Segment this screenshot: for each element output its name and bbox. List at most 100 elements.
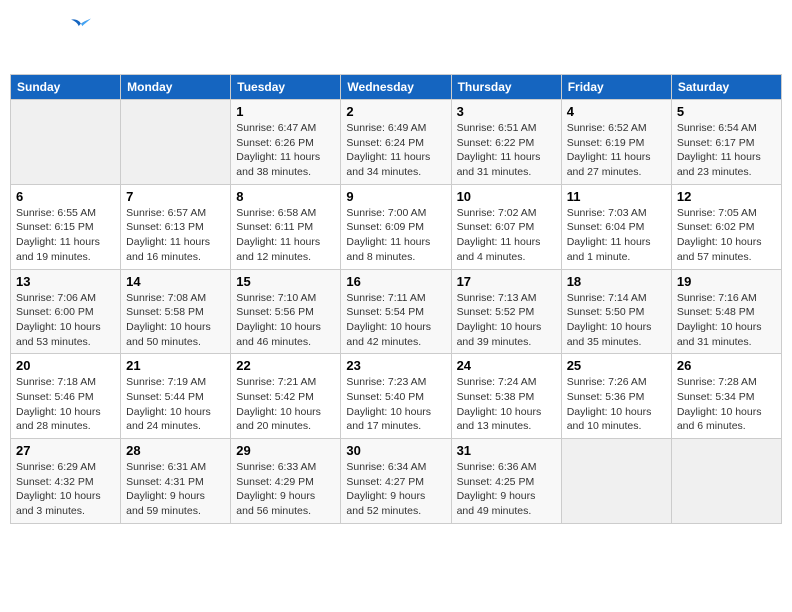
day-number: 6 bbox=[16, 189, 115, 204]
day-info: Sunrise: 6:31 AM Sunset: 4:31 PM Dayligh… bbox=[126, 460, 225, 519]
day-info: Sunrise: 7:18 AM Sunset: 5:46 PM Dayligh… bbox=[16, 375, 115, 434]
weekday-header-saturday: Saturday bbox=[671, 75, 781, 100]
calendar-cell: 11 Sunrise: 7:03 AM Sunset: 6:04 PM Dayli… bbox=[561, 184, 671, 269]
day-number: 25 bbox=[567, 358, 666, 373]
day-number: 15 bbox=[236, 274, 335, 289]
calendar-week-row: 13 Sunrise: 7:06 AM Sunset: 6:00 PM Dayli… bbox=[11, 269, 782, 354]
day-number: 1 bbox=[236, 104, 335, 119]
day-info: Sunrise: 6:29 AM Sunset: 4:32 PM Dayligh… bbox=[16, 460, 115, 519]
calendar-cell: 9Sunrise: 7:00 AM Sunset: 6:09 PM Daylig… bbox=[341, 184, 451, 269]
calendar-cell: 17 Sunrise: 7:13 AM Sunset: 5:52 PM Dayli… bbox=[451, 269, 561, 354]
calendar-cell: 27 Sunrise: 6:29 AM Sunset: 4:32 PM Dayli… bbox=[11, 439, 121, 524]
calendar-cell: 24Sunrise: 7:24 AM Sunset: 5:38 PM Dayli… bbox=[451, 354, 561, 439]
calendar-cell: 28Sunrise: 6:31 AM Sunset: 4:31 PM Dayli… bbox=[121, 439, 231, 524]
calendar-header-row: SundayMondayTuesdayWednesdayThursdayFrid… bbox=[11, 75, 782, 100]
day-info: Sunrise: 6:36 AM Sunset: 4:25 PM Dayligh… bbox=[457, 460, 556, 519]
day-number: 10 bbox=[457, 189, 556, 204]
day-number: 22 bbox=[236, 358, 335, 373]
day-number: 29 bbox=[236, 443, 335, 458]
calendar-cell: 26 Sunrise: 7:28 AM Sunset: 5:34 PM Dayli… bbox=[671, 354, 781, 439]
calendar-cell: 7 Sunrise: 6:57 AM Sunset: 6:13 PM Daylig… bbox=[121, 184, 231, 269]
day-info: Sunrise: 7:19 AM Sunset: 5:44 PM Dayligh… bbox=[126, 375, 225, 434]
day-info: Sunrise: 7:05 AM Sunset: 6:02 PM Dayligh… bbox=[677, 206, 776, 265]
day-info: Sunrise: 7:21 AM Sunset: 5:42 PM Dayligh… bbox=[236, 375, 335, 434]
day-info: Sunrise: 7:26 AM Sunset: 5:36 PM Dayligh… bbox=[567, 375, 666, 434]
day-info: Sunrise: 7:06 AM Sunset: 6:00 PM Dayligh… bbox=[16, 291, 115, 350]
weekday-header-tuesday: Tuesday bbox=[231, 75, 341, 100]
calendar-cell: 21 Sunrise: 7:19 AM Sunset: 5:44 PM Dayli… bbox=[121, 354, 231, 439]
calendar-cell: 13 Sunrise: 7:06 AM Sunset: 6:00 PM Dayli… bbox=[11, 269, 121, 354]
day-number: 27 bbox=[16, 443, 115, 458]
calendar-cell: 6Sunrise: 6:55 AM Sunset: 6:15 PM Daylig… bbox=[11, 184, 121, 269]
day-info: Sunrise: 6:33 AM Sunset: 4:29 PM Dayligh… bbox=[236, 460, 335, 519]
day-number: 19 bbox=[677, 274, 776, 289]
calendar-cell bbox=[671, 439, 781, 524]
calendar-cell: 25 Sunrise: 7:26 AM Sunset: 5:36 PM Dayli… bbox=[561, 354, 671, 439]
day-info: Sunrise: 7:10 AM Sunset: 5:56 PM Dayligh… bbox=[236, 291, 335, 350]
day-info: Sunrise: 7:03 AM Sunset: 6:04 PM Dayligh… bbox=[567, 206, 666, 265]
logo-bird-icon bbox=[70, 16, 92, 32]
calendar-cell: 15 Sunrise: 7:10 AM Sunset: 5:56 PM Dayli… bbox=[231, 269, 341, 354]
day-info: Sunrise: 6:51 AM Sunset: 6:22 PM Dayligh… bbox=[457, 121, 556, 180]
day-number: 23 bbox=[346, 358, 445, 373]
calendar-cell bbox=[561, 439, 671, 524]
weekday-header-monday: Monday bbox=[121, 75, 231, 100]
logo bbox=[18, 14, 88, 64]
day-number: 26 bbox=[677, 358, 776, 373]
day-info: Sunrise: 6:54 AM Sunset: 6:17 PM Dayligh… bbox=[677, 121, 776, 180]
day-info: Sunrise: 7:11 AM Sunset: 5:54 PM Dayligh… bbox=[346, 291, 445, 350]
day-info: Sunrise: 6:49 AM Sunset: 6:24 PM Dayligh… bbox=[346, 121, 445, 180]
day-info: Sunrise: 7:08 AM Sunset: 5:58 PM Dayligh… bbox=[126, 291, 225, 350]
day-info: Sunrise: 7:02 AM Sunset: 6:07 PM Dayligh… bbox=[457, 206, 556, 265]
page-header bbox=[10, 10, 782, 68]
day-number: 8 bbox=[236, 189, 335, 204]
day-info: Sunrise: 7:13 AM Sunset: 5:52 PM Dayligh… bbox=[457, 291, 556, 350]
day-number: 16 bbox=[346, 274, 445, 289]
day-number: 3 bbox=[457, 104, 556, 119]
day-number: 11 bbox=[567, 189, 666, 204]
calendar-cell: 31 Sunrise: 6:36 AM Sunset: 4:25 PM Dayli… bbox=[451, 439, 561, 524]
day-number: 13 bbox=[16, 274, 115, 289]
weekday-header-wednesday: Wednesday bbox=[341, 75, 451, 100]
calendar-cell: 1 Sunrise: 6:47 AM Sunset: 6:26 PM Daylig… bbox=[231, 100, 341, 185]
day-number: 21 bbox=[126, 358, 225, 373]
calendar-cell: 8 Sunrise: 6:58 AM Sunset: 6:11 PM Daylig… bbox=[231, 184, 341, 269]
day-number: 2 bbox=[346, 104, 445, 119]
day-info: Sunrise: 7:00 AM Sunset: 6:09 PM Dayligh… bbox=[346, 206, 445, 265]
calendar-cell: 3 Sunrise: 6:51 AM Sunset: 6:22 PM Daylig… bbox=[451, 100, 561, 185]
day-info: Sunrise: 7:28 AM Sunset: 5:34 PM Dayligh… bbox=[677, 375, 776, 434]
calendar-cell: 22 Sunrise: 7:21 AM Sunset: 5:42 PM Dayli… bbox=[231, 354, 341, 439]
day-info: Sunrise: 6:34 AM Sunset: 4:27 PM Dayligh… bbox=[346, 460, 445, 519]
day-number: 5 bbox=[677, 104, 776, 119]
calendar-cell bbox=[11, 100, 121, 185]
calendar-cell: 5 Sunrise: 6:54 AM Sunset: 6:17 PM Daylig… bbox=[671, 100, 781, 185]
day-number: 17 bbox=[457, 274, 556, 289]
day-number: 14 bbox=[126, 274, 225, 289]
day-info: Sunrise: 6:52 AM Sunset: 6:19 PM Dayligh… bbox=[567, 121, 666, 180]
calendar-cell: 23Sunrise: 7:23 AM Sunset: 5:40 PM Dayli… bbox=[341, 354, 451, 439]
calendar-week-row: 27 Sunrise: 6:29 AM Sunset: 4:32 PM Dayli… bbox=[11, 439, 782, 524]
calendar-cell: 20 Sunrise: 7:18 AM Sunset: 5:46 PM Dayli… bbox=[11, 354, 121, 439]
calendar-cell: 10 Sunrise: 7:02 AM Sunset: 6:07 PM Dayli… bbox=[451, 184, 561, 269]
calendar-cell: 14 Sunrise: 7:08 AM Sunset: 5:58 PM Dayli… bbox=[121, 269, 231, 354]
weekday-header-sunday: Sunday bbox=[11, 75, 121, 100]
day-info: Sunrise: 7:24 AM Sunset: 5:38 PM Dayligh… bbox=[457, 375, 556, 434]
weekday-header-friday: Friday bbox=[561, 75, 671, 100]
calendar-cell: 16 Sunrise: 7:11 AM Sunset: 5:54 PM Dayli… bbox=[341, 269, 451, 354]
calendar-cell: 30Sunrise: 6:34 AM Sunset: 4:27 PM Dayli… bbox=[341, 439, 451, 524]
day-info: Sunrise: 6:57 AM Sunset: 6:13 PM Dayligh… bbox=[126, 206, 225, 265]
day-info: Sunrise: 7:16 AM Sunset: 5:48 PM Dayligh… bbox=[677, 291, 776, 350]
calendar-table: SundayMondayTuesdayWednesdayThursdayFrid… bbox=[10, 74, 782, 524]
day-number: 4 bbox=[567, 104, 666, 119]
day-info: Sunrise: 6:58 AM Sunset: 6:11 PM Dayligh… bbox=[236, 206, 335, 265]
calendar-cell: 19 Sunrise: 7:16 AM Sunset: 5:48 PM Dayli… bbox=[671, 269, 781, 354]
calendar-cell: 12Sunrise: 7:05 AM Sunset: 6:02 PM Dayli… bbox=[671, 184, 781, 269]
calendar-week-row: 20 Sunrise: 7:18 AM Sunset: 5:46 PM Dayli… bbox=[11, 354, 782, 439]
day-info: Sunrise: 6:47 AM Sunset: 6:26 PM Dayligh… bbox=[236, 121, 335, 180]
day-number: 31 bbox=[457, 443, 556, 458]
calendar-week-row: 1 Sunrise: 6:47 AM Sunset: 6:26 PM Daylig… bbox=[11, 100, 782, 185]
day-number: 7 bbox=[126, 189, 225, 204]
day-number: 18 bbox=[567, 274, 666, 289]
day-number: 20 bbox=[16, 358, 115, 373]
weekday-header-thursday: Thursday bbox=[451, 75, 561, 100]
